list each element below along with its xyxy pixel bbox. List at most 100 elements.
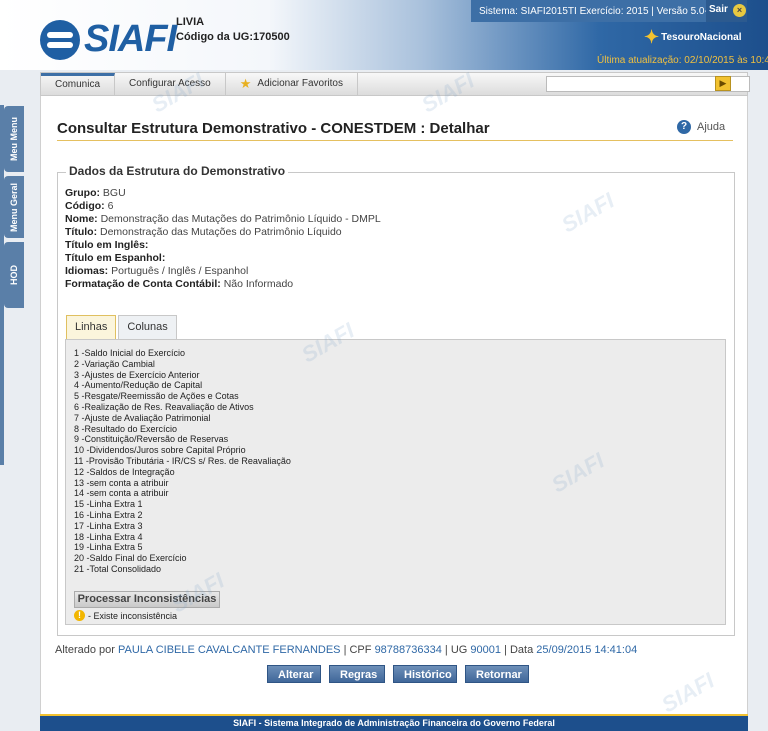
tesouro-label: TesouroNacional (661, 32, 742, 43)
side-tab-hod[interactable]: HOD (4, 242, 24, 308)
field-label: Título em Espanhol: (65, 252, 166, 264)
list-item: 14 -sem conta a atribuir (74, 488, 169, 499)
title-divider (57, 140, 733, 141)
search-go-button[interactable]: ▶ (715, 76, 731, 91)
siafi-logo-icon (40, 19, 80, 60)
audit-cpf: 98788736334 (374, 644, 442, 656)
field-list: Grupo: BGU Código: 6 Nome: Demonstração … (65, 187, 381, 291)
field-nome: Nome: Demonstração das Mutações do Patri… (65, 213, 381, 226)
list-item: 1 -Saldo Inicial do Exercício (74, 348, 186, 358)
list-item: 17 -Linha Extra 3 (74, 520, 143, 531)
action-bar: Alterar Regras Histórico Retornar (267, 665, 537, 683)
ug-value: 170500 (253, 31, 290, 43)
list-item: 20 -Saldo Final do Exercício (74, 553, 187, 564)
page-title: Consultar Estrutura Demonstrativo - CONE… (57, 120, 490, 137)
regras-button[interactable]: Regras (329, 665, 385, 683)
field-label: Nome: (65, 213, 98, 225)
field-label: Título em Inglês: (65, 239, 149, 251)
alterar-button[interactable]: Alterar (267, 665, 321, 683)
last-update: Última atualização: 02/10/2015 às 10:47 (597, 55, 768, 66)
list-item: 6 -Realização de Res. Reavaliação de Ati… (74, 401, 254, 412)
help-label: Ajuda (697, 121, 726, 133)
system-info: Sistema: SIAFI2015TI Exercício: 2015 | V… (471, 0, 736, 22)
inconsistency-legend-text: - Existe inconsistência (88, 610, 178, 621)
inconsistency-legend: ! - Existe inconsistência (74, 610, 177, 621)
field-label: Idiomas: (65, 265, 109, 277)
field-value: BGU (102, 187, 126, 199)
list-item: 12 -Saldos de Integração (74, 466, 175, 477)
field-titulo-ingles: Título em Inglês: (65, 239, 381, 252)
side-tab-label: Meu Menu (9, 117, 19, 161)
audit-ug: 90001 (470, 644, 501, 656)
list-item: 15 -Linha Extra 1 (74, 499, 143, 510)
list-item: 8 -Resultado do Exercício (74, 423, 178, 434)
tab-linhas[interactable]: Linhas (66, 315, 117, 339)
list-item: 11 -Provisão Tributária - IR/CS s/ Res. … (74, 455, 291, 466)
list-item: 16 -Linha Extra 2 (74, 509, 143, 520)
main-content: Consultar Estrutura Demonstrativo - CONE… (40, 96, 748, 714)
star-icon: ★ (239, 76, 252, 91)
list-item: 7 -Ajuste de Avaliação Patrimonial (74, 412, 211, 423)
warning-icon: ! (74, 610, 85, 621)
lines-list: 1 -Saldo Inicial do Exercício 2 -Variaçã… (74, 348, 291, 575)
ug-label: Código da UG: (176, 31, 253, 43)
menu-bar: Comunica Configurar Acesso ★ Adicionar F… (40, 72, 750, 96)
audit-date-label: | Data (504, 644, 534, 656)
list-item: 21 -Total Consolidado (74, 563, 162, 574)
audit-cpf-label: | CPF (343, 644, 372, 656)
tab-colunas[interactable]: Colunas (118, 315, 177, 339)
audit-user: PAULA CIBELE CAVALCANTE FERNANDES (118, 644, 341, 656)
structure-fieldset: Dados da Estrutura do Demonstrativo Grup… (57, 164, 735, 636)
field-grupo: Grupo: BGU (65, 187, 381, 200)
help-link[interactable]: ? Ajuda (677, 120, 725, 134)
menu-adicionar-favoritos[interactable]: ★ Adicionar Favoritos (226, 73, 358, 95)
side-tab-label: HOD (9, 265, 19, 285)
star-icon: ✦ (644, 27, 660, 47)
list-item: 4 -Aumento/Redução de Capital (74, 380, 203, 391)
help-icon: ? (677, 120, 691, 134)
list-item: 5 -Resgate/Reemissão de Ações e Cotas (74, 391, 239, 402)
field-formatacao: Formatação de Conta Contábil: Não Inform… (65, 278, 381, 291)
menu-favoritos-label: Adicionar Favoritos (257, 78, 343, 89)
process-inconsistencies-button[interactable]: Processar Inconsistências (74, 591, 220, 608)
historico-button[interactable]: Histórico (393, 665, 457, 683)
exit-button[interactable]: Sair × (706, 0, 747, 22)
side-tab-menu-geral[interactable]: Menu Geral (4, 176, 24, 238)
exit-label: Sair (709, 4, 728, 15)
list-item: 13 -sem conta a atribuir (74, 477, 169, 488)
list-item: 10 -Dividendos/Juros sobre Capital Própr… (74, 445, 246, 456)
field-codigo: Código: 6 (65, 200, 381, 213)
field-titulo: Título: Demonstração das Mutações do Pat… (65, 226, 381, 239)
audit-prefix: Alterado por (55, 644, 115, 656)
field-value: Não Informado (223, 278, 294, 290)
list-item: 3 -Ajustes de Exercício Anterior (74, 369, 200, 380)
audit-ug-label: | UG (444, 644, 468, 656)
field-idiomas: Idiomas: Português / Inglês / Espanhol (65, 265, 381, 278)
field-label: Código: (65, 200, 105, 212)
field-label: Título: (65, 226, 98, 238)
footer: SIAFI - Sistema Integrado de Administraç… (40, 714, 748, 731)
menu-configurar-acesso[interactable]: Configurar Acesso (115, 73, 226, 95)
field-label: Grupo: (65, 187, 100, 199)
user-info: LIVIA Código da UG:170500 (176, 15, 290, 45)
list-item: 2 -Variação Cambial (74, 358, 155, 369)
fieldset-legend: Dados da Estrutura do Demonstrativo (66, 164, 289, 178)
field-value: Demonstração das Mutações do Patrimônio … (100, 226, 342, 238)
audit-info: Alterado por PAULA CIBELE CAVALCANTE FER… (55, 644, 637, 656)
close-icon[interactable]: × (733, 4, 746, 17)
field-titulo-espanhol: Título em Espanhol: (65, 252, 381, 265)
field-value: 6 (107, 200, 114, 212)
list-item: 19 -Linha Extra 5 (74, 542, 143, 553)
ug-info: Código da UG:170500 (176, 30, 290, 45)
field-value: Demonstração das Mutações do Patrimônio … (100, 213, 381, 225)
side-tab-meu-menu[interactable]: Meu Menu (4, 106, 24, 172)
retornar-button[interactable]: Retornar (465, 665, 529, 683)
menu-comunica[interactable]: Comunica (41, 73, 116, 95)
field-label: Formatação de Conta Contábil: (65, 278, 221, 290)
field-value: Português / Inglês / Espanhol (111, 265, 249, 277)
tesouro-logo: ✦ TesouroNacional (644, 27, 741, 48)
user-name: LIVIA (176, 16, 205, 28)
audit-date: 25/09/2015 14:41:04 (536, 644, 638, 656)
tab-bar: Linhas Colunas (66, 315, 179, 339)
list-item: 9 -Constituição/Reversão de Reservas (74, 434, 229, 445)
